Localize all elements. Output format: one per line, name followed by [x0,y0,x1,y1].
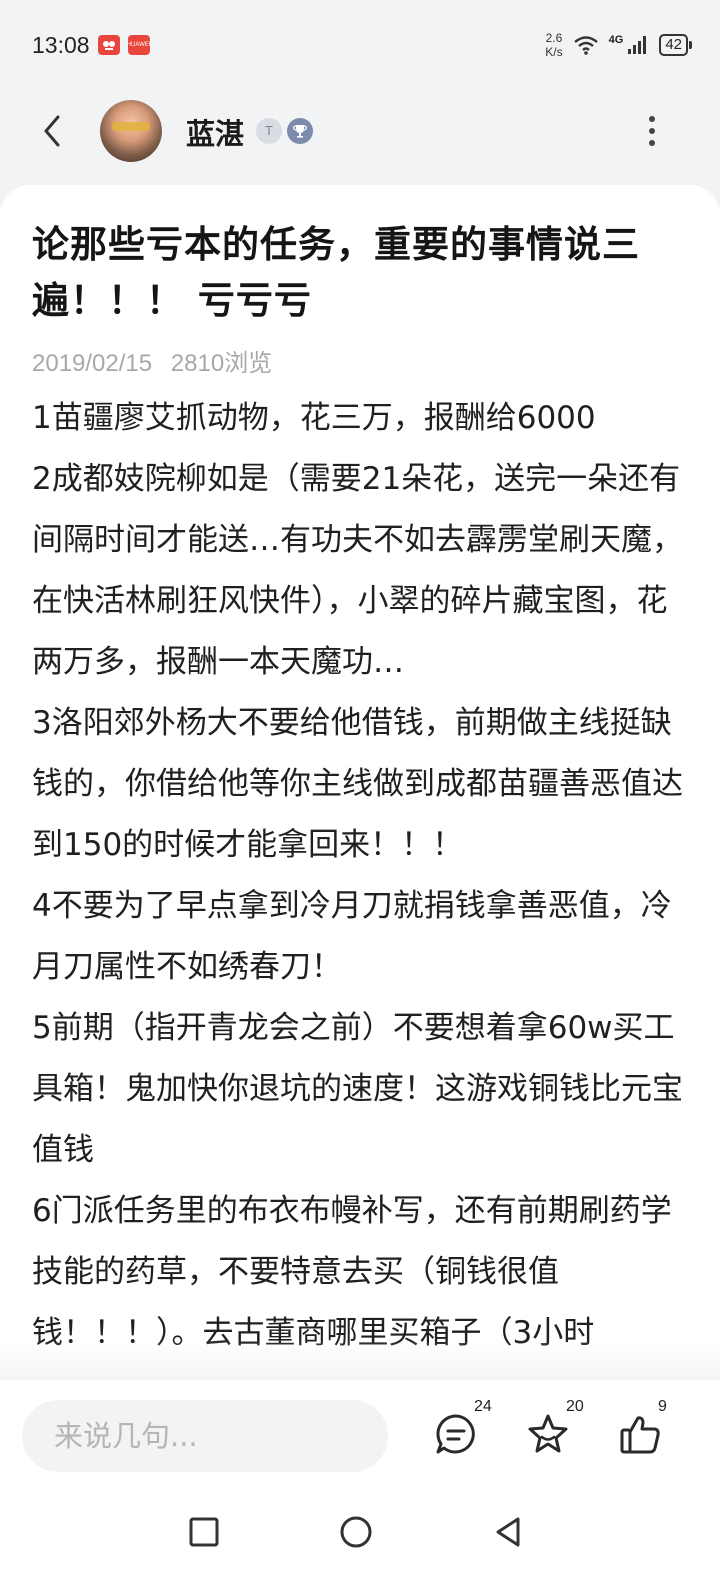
post-paragraph: 5前期（指开青龙会之前）不要想着拿60w买工具箱！鬼加快你退坑的速度！这游戏铜钱… [32,1010,683,1168]
post-meta: 2019/02/15 2810浏览 [32,343,272,378]
post-paragraph: 6门派任务里的布衣布幔补写，还有前期刷药学技能的药草，不要特意去买（铜钱很值钱！… [32,1193,672,1351]
status-bar: 13:08 HUAWEI 2.6 K/s 4G 42 [0,0,720,90]
level-badge-icon: T [256,118,282,144]
like-count: 9 [658,1398,667,1415]
recents-square-icon[interactable] [186,1514,222,1550]
status-time: 13:08 [32,31,90,58]
network-type: 4G [608,34,624,46]
back-arrow-icon[interactable] [38,111,68,151]
net-speed-value: 2.6 [545,31,563,45]
avatar[interactable] [100,100,162,162]
user-name[interactable]: 蓝湛 [186,111,244,153]
content-fade [0,1340,720,1380]
net-speed: 2.6 K/s [545,31,562,59]
status-right: 2.6 K/s 4G 42 [545,31,692,59]
battery-indicator: 42 [659,34,692,56]
favorite-count: 20 [566,1398,584,1415]
notification-app-icon [97,35,120,55]
post-body: 1苗疆廖艾抓动物，花三万，报酬给6000 2成都妓院柳如是（需要21朵花，送完一… [32,388,692,1364]
comment-button[interactable]: 24 [434,1398,492,1460]
status-left: 13:08 HUAWEI [32,32,150,59]
back-triangle-icon[interactable] [490,1514,526,1550]
net-speed-unit: K/s [545,45,563,59]
trophy-badge-icon [287,118,313,144]
home-circle-icon[interactable] [338,1514,374,1550]
like-button[interactable]: 9 [618,1398,667,1460]
post-date: 2019/02/15 [32,350,153,377]
post-paragraph: 4不要为了早点拿到冷月刀就捐钱拿善恶值，冷月刀属性不如绣春刀！ [32,888,672,985]
more-vertical-icon[interactable] [640,113,664,149]
comment-count: 24 [474,1398,492,1415]
favorite-button[interactable]: 20 [526,1398,584,1460]
wifi-icon [573,36,598,55]
post-title: 论那些亏本的任务，重要的事情说三遍！！！ 亏亏亏 [32,223,640,322]
thumbs-up-icon [620,1416,660,1454]
signal-icon [628,36,647,54]
action-bar: 来说几句... 24 20 9 [0,1380,720,1490]
star-icon [528,1414,568,1453]
post-card: 论那些亏本的任务，重要的事情说三遍！！！ 亏亏亏 2019/02/15 2810… [0,185,720,1380]
comment-icon [436,1414,475,1454]
system-nav-bar [0,1490,720,1591]
comment-input[interactable]: 来说几句... [22,1400,388,1472]
post-paragraph: 1苗疆廖艾抓动物，花三万，报酬给6000 [32,400,596,436]
post-paragraph: 2成都妓院柳如是（需要21朵花，送完一朵还有间隔时间才能送…有功夫不如去霹雳堂刷… [32,461,683,680]
post-paragraph: 3洛阳郊外杨大不要给他借钱，前期做主线挺缺钱的，你借给他等你主线做到成都苗疆善恶… [32,705,683,863]
post-views: 2810浏览 [170,350,273,377]
post-header: 蓝湛 T [0,95,720,167]
huawei-notif-icon: HUAWEI [127,35,150,55]
